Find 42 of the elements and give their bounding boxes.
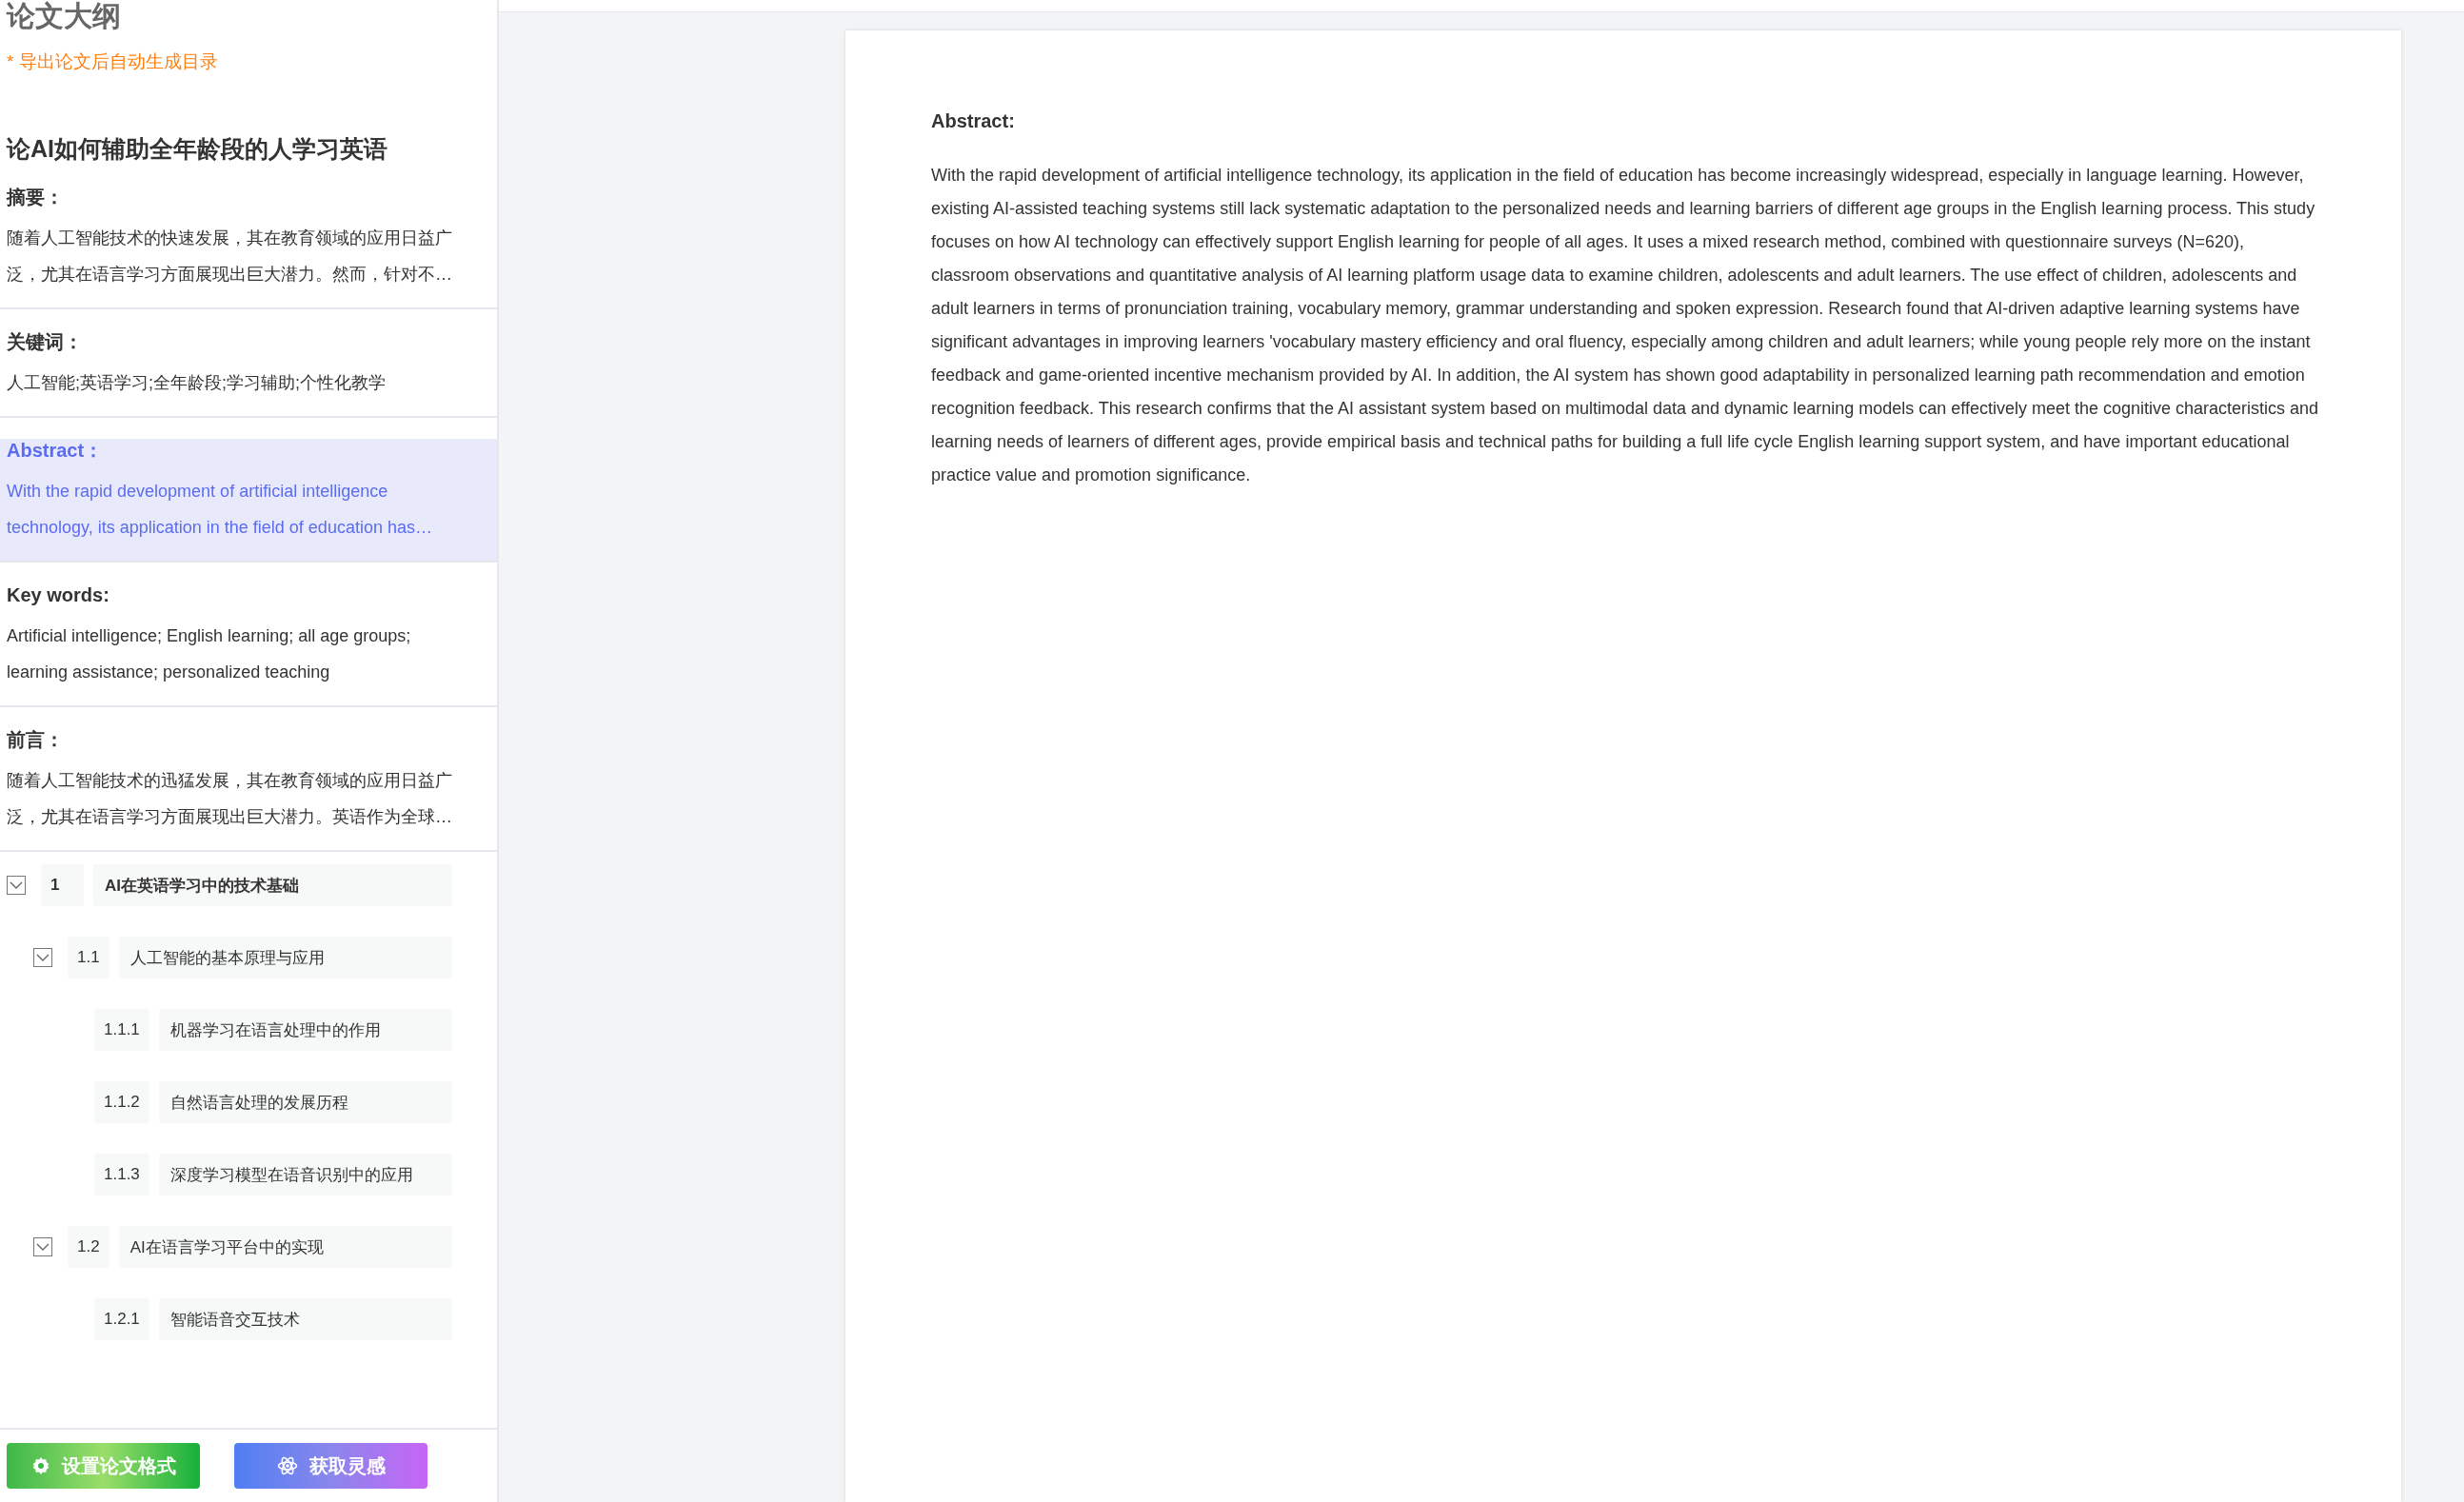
section-number: 1.2 — [68, 1226, 109, 1268]
collapse-toggle[interactable] — [33, 948, 52, 967]
outline-section[interactable]: 关键词： 人工智能;英语学习;全年龄段;学习辅助;个性化教学 — [0, 330, 497, 418]
abstract-text[interactable]: With the rapid development of artificial intelligence technology, its application in the field of education has become increasingly widespread, especially in language learning. However, existing AI-assisted teaching systems still lack systematic adaptation to the personalized needs and learning barriers of different age groups in the English learning process. This study focuses on how AI technology can effectively support English learning for people of all ages. It uses a mixed research method, combined with questionnaire surveys (N=620), classroom observations and quantitative analysis of AI learning platform usage data to examine children, adolescents and adult learners. The use effect of children, adolescents and adult learners in terms of pronunciation training, vocabulary memory, grammar understanding and spoken expression. Research found that AI-driven adaptive learning systems have significant advantages in improving learners 'vocabulary mastery efficiency and oral fluency, especially among children and adult learners; while young people rely more on the instant feedback and game-oriented incentive mechanism provided by AI. In addition, the AI system has shown good adaptability in personalized learning path recommendation and emotion recognition feedback. This research confirms that the AI assistant system based on multimodal data and dynamic learning models can effectively meet the cognitive characteristics and learning needs of learners of different ages, provide empirical basis and technical paths for building a full life cycle English learning support system, and have important educational practice value and promotion significance. — [931, 159, 2325, 492]
section-text: With the rapid development of artificial intelligence technology, its application in the field of education has… — [7, 481, 433, 539]
chevron-icon — [9, 880, 24, 890]
section-heading: Abstract： — [7, 439, 105, 462]
section-number: 1.1.1 — [94, 1009, 149, 1051]
sidebar-title: 论文大纲 — [7, 0, 122, 32]
section-number: 1 — [41, 864, 84, 906]
section-title[interactable]: AI在英语学习中的技术基础 — [93, 864, 452, 906]
gear-icon — [30, 1456, 50, 1475]
section-text: Artificial intelligence; English learning; all age groups; learning assistance; personalized teaching — [7, 625, 412, 683]
chevron-icon — [35, 1242, 50, 1252]
section-text: 随着人工智能技术的迅猛发展，其在教育领域的应用日益广泛，尤其在语言学习方面展现出巨大潜力。英语作为全球… — [7, 770, 453, 828]
outline-section[interactable]: Key words: Artificial intelligence; English learning; all age groups; learning assistance; personalized teaching — [0, 583, 497, 707]
abstract-heading: Abstract: — [931, 110, 1016, 132]
section-title[interactable]: AI在语言学习平台中的实现 — [118, 1226, 452, 1268]
section-title[interactable]: 深度学习模型在语音识别中的应用 — [158, 1154, 452, 1196]
section-heading: 摘要： — [7, 186, 65, 208]
outline-section[interactable]: 摘要： 随着人工智能技术的快速发展，其在教育领域的应用日益广泛，尤其在语言学习方面展现出巨大潜力。然而，针对不… — [0, 186, 497, 309]
section-title[interactable]: 机器学习在语言处理中的作用 — [158, 1009, 452, 1051]
export-note: * 导出论文后自动生成目录 — [7, 50, 219, 73]
section-heading: Key words: — [7, 583, 110, 606]
section-title[interactable]: 智能语音交互技术 — [158, 1298, 452, 1340]
section-text: 人工智能;英语学习;全年龄段;学习辅助;个性化教学 — [7, 372, 387, 394]
chevron-icon — [35, 953, 50, 962]
paper-title: 论AI如何辅助全年龄段的人学习英语 — [7, 134, 388, 164]
section-heading: 关键词： — [7, 330, 84, 353]
collapse-toggle[interactable] — [33, 1237, 52, 1256]
section-number: 1.2.1 — [94, 1298, 149, 1340]
section-heading: 前言： — [7, 728, 65, 751]
collapse-toggle[interactable] — [7, 876, 26, 895]
section-title[interactable]: 自然语言处理的发展历程 — [158, 1081, 452, 1123]
section-text: 随着人工智能技术的快速发展，其在教育领域的应用日益广泛，尤其在语言学习方面展现出巨大潜力。然而，针对不… — [7, 227, 453, 286]
outline-section[interactable]: 前言： 随着人工智能技术的迅猛发展，其在教育领域的应用日益广泛，尤其在语言学习方面展现出巨大潜力。英语作为全球… — [0, 728, 497, 852]
outline-section[interactable]: Abstract： With the rapid development of artificial intelligence technology, its application in the field of education has… — [0, 439, 497, 563]
atom-icon — [276, 1455, 298, 1476]
section-number: 1.1 — [68, 937, 109, 978]
section-number: 1.1.3 — [94, 1154, 149, 1196]
section-title[interactable]: 人工智能的基本原理与应用 — [118, 937, 452, 978]
section-number: 1.1.2 — [94, 1081, 149, 1123]
